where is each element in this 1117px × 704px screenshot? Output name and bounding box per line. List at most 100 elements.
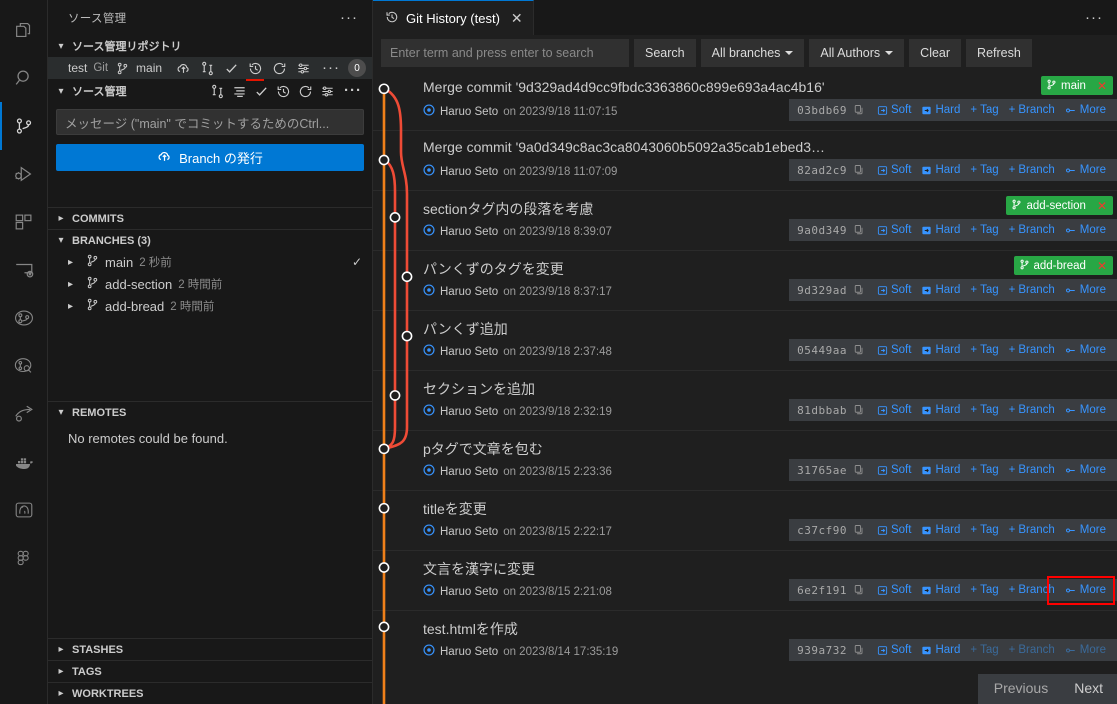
previous-page-button[interactable]: Previous	[994, 680, 1048, 696]
copy-icon[interactable]	[847, 344, 872, 356]
add-branch-action[interactable]: + Branch	[1004, 164, 1060, 176]
sidebar-section-branches[interactable]: ▾ BRANCHES (3)	[48, 229, 372, 251]
more-action[interactable]: More	[1060, 344, 1111, 356]
commit-row[interactable]: Merge commit '9d329ad4d9cc9fbdc3363860c8…	[373, 71, 1117, 131]
more-action[interactable]: More	[1060, 644, 1111, 656]
scm-more-icon[interactable]: ···	[338, 83, 368, 98]
sidebar-section-commits[interactable]: ▸ COMMITS	[48, 207, 372, 229]
commit-row[interactable]: Merge commit '9a0d349c8ac3ca8043060b5092…	[373, 131, 1117, 191]
authors-filter-dropdown[interactable]: All Authors	[809, 39, 905, 67]
sidebar-section-repositories[interactable]: ▾ ソース管理リポジトリ	[48, 35, 372, 57]
sidebar-section-scm[interactable]: ▾ ソース管理 ···	[48, 79, 372, 103]
hard-reset-action[interactable]: Hard	[916, 284, 965, 296]
hard-reset-action[interactable]: Hard	[916, 404, 965, 416]
commit-list[interactable]: Merge commit '9d329ad4d9cc9fbdc3363860c8…	[373, 71, 1117, 704]
sidebar-more-icon[interactable]: ···	[334, 10, 364, 25]
hard-reset-action[interactable]: Hard	[916, 644, 965, 656]
branch-item-add-section[interactable]: ▸ add-section 2 時間前	[48, 273, 372, 295]
commit-row[interactable]: sectionタグ内の段落を考慮 Haruo Seto on 2023/9/18…	[373, 191, 1117, 251]
copy-icon[interactable]	[847, 464, 872, 476]
activitybar-live-share[interactable]	[0, 390, 48, 438]
history-icon[interactable]	[272, 81, 294, 101]
copy-icon[interactable]	[847, 584, 872, 596]
soft-reset-action[interactable]: Soft	[872, 584, 916, 596]
sidebar-section-worktrees[interactable]: ▸ WORKTREES	[48, 682, 372, 704]
activitybar-extensions[interactable]	[0, 198, 48, 246]
add-branch-action[interactable]: + Branch	[1004, 464, 1060, 476]
copy-icon[interactable]	[847, 644, 872, 656]
add-tag-action[interactable]: + Tag	[965, 344, 1003, 356]
activitybar-figma[interactable]	[0, 534, 48, 582]
search-input[interactable]: Enter term and press enter to search	[381, 39, 629, 67]
commit-message-input[interactable]: メッセージ ("main" でコミットするためのCtrl...	[56, 109, 364, 135]
ref-badge-add-section[interactable]: add-section ✕	[1006, 196, 1113, 215]
activitybar-remote-explorer[interactable]	[0, 246, 48, 294]
view-changes-icon[interactable]	[316, 81, 338, 101]
soft-reset-action[interactable]: Soft	[872, 524, 916, 536]
sidebar-section-remotes[interactable]: ▾ REMOTES	[48, 401, 372, 423]
publish-branch-button[interactable]: Branch の発行	[56, 144, 364, 171]
soft-reset-action[interactable]: Soft	[872, 464, 916, 476]
add-branch-action[interactable]: + Branch	[1004, 404, 1060, 416]
add-branch-action[interactable]: + Branch	[1004, 644, 1060, 656]
more-action[interactable]: More	[1060, 224, 1111, 236]
add-tag-action[interactable]: + Tag	[965, 164, 1003, 176]
sidebar-section-stashes[interactable]: ▸ STASHES	[48, 638, 372, 660]
activitybar-docker[interactable]	[0, 438, 48, 486]
clear-button[interactable]: Clear	[909, 39, 962, 67]
refresh-icon[interactable]	[268, 58, 290, 78]
more-action[interactable]: More	[1060, 404, 1111, 416]
history-icon[interactable]	[244, 58, 266, 81]
view-as-list-icon[interactable]	[228, 81, 250, 101]
branch-item-main[interactable]: ▸ main 2 秒前 ✓	[48, 251, 372, 273]
close-icon[interactable]: ✕	[1093, 79, 1111, 93]
copy-icon[interactable]	[847, 284, 872, 296]
search-button[interactable]: Search	[634, 39, 696, 67]
close-icon[interactable]: ✕	[1093, 259, 1111, 273]
add-branch-action[interactable]: + Branch	[1004, 284, 1060, 296]
activitybar-run-debug[interactable]	[0, 150, 48, 198]
copy-icon[interactable]	[847, 104, 872, 116]
add-tag-action[interactable]: + Tag	[965, 284, 1003, 296]
activitybar-postgres[interactable]	[0, 486, 48, 534]
hard-reset-action[interactable]: Hard	[916, 344, 965, 356]
copy-icon[interactable]	[847, 224, 872, 236]
tab-git-history[interactable]: Git History (test) ✕	[373, 0, 534, 35]
commit-row[interactable]: 文言を漢字に変更 Haruo Seto on 2023/8/15 2:21:08…	[373, 551, 1117, 611]
copy-icon[interactable]	[847, 404, 872, 416]
refresh-button[interactable]: Refresh	[966, 39, 1032, 67]
hard-reset-action[interactable]: Hard	[916, 464, 965, 476]
commit-check-icon[interactable]	[220, 58, 242, 78]
activitybar-search[interactable]	[0, 54, 48, 102]
hard-reset-action[interactable]: Hard	[916, 104, 965, 116]
soft-reset-action[interactable]: Soft	[872, 164, 916, 176]
next-page-button[interactable]: Next	[1074, 680, 1103, 696]
close-icon[interactable]: ✕	[511, 10, 523, 27]
refresh-icon[interactable]	[294, 81, 316, 101]
add-tag-action[interactable]: + Tag	[965, 104, 1003, 116]
ref-badge-add-bread[interactable]: add-bread ✕	[1013, 256, 1113, 275]
add-branch-action[interactable]: + Branch	[1004, 524, 1060, 536]
view-changes-icon[interactable]	[292, 58, 314, 78]
cloud-upload-icon[interactable]	[172, 58, 194, 78]
commit-check-icon[interactable]	[250, 81, 272, 101]
commit-row[interactable]: パンくずのタグを変更 Haruo Seto on 2023/9/18 8:37:…	[373, 251, 1117, 311]
repository-more-icon[interactable]: ···	[316, 60, 346, 75]
hard-reset-action[interactable]: Hard	[916, 524, 965, 536]
activitybar-explorer[interactable]	[0, 6, 48, 54]
sidebar-section-tags[interactable]: ▸ TAGS	[48, 660, 372, 682]
branch-item-add-bread[interactable]: ▸ add-bread 2 時間前	[48, 295, 372, 317]
editor-more-icon[interactable]: ···	[1079, 10, 1109, 25]
more-action[interactable]: More	[1060, 164, 1111, 176]
commit-row[interactable]: pタグで文章を包む Haruo Seto on 2023/8/15 2:23:3…	[373, 431, 1117, 491]
hard-reset-action[interactable]: Hard	[916, 224, 965, 236]
soft-reset-action[interactable]: Soft	[872, 284, 916, 296]
soft-reset-action[interactable]: Soft	[872, 644, 916, 656]
activitybar-source-control[interactable]	[0, 102, 48, 150]
soft-reset-action[interactable]: Soft	[872, 224, 916, 236]
soft-reset-action[interactable]: Soft	[872, 404, 916, 416]
more-action[interactable]: More	[1060, 464, 1111, 476]
hard-reset-action[interactable]: Hard	[916, 584, 965, 596]
compare-changes-icon[interactable]	[206, 81, 228, 101]
more-action[interactable]: More	[1060, 284, 1111, 296]
